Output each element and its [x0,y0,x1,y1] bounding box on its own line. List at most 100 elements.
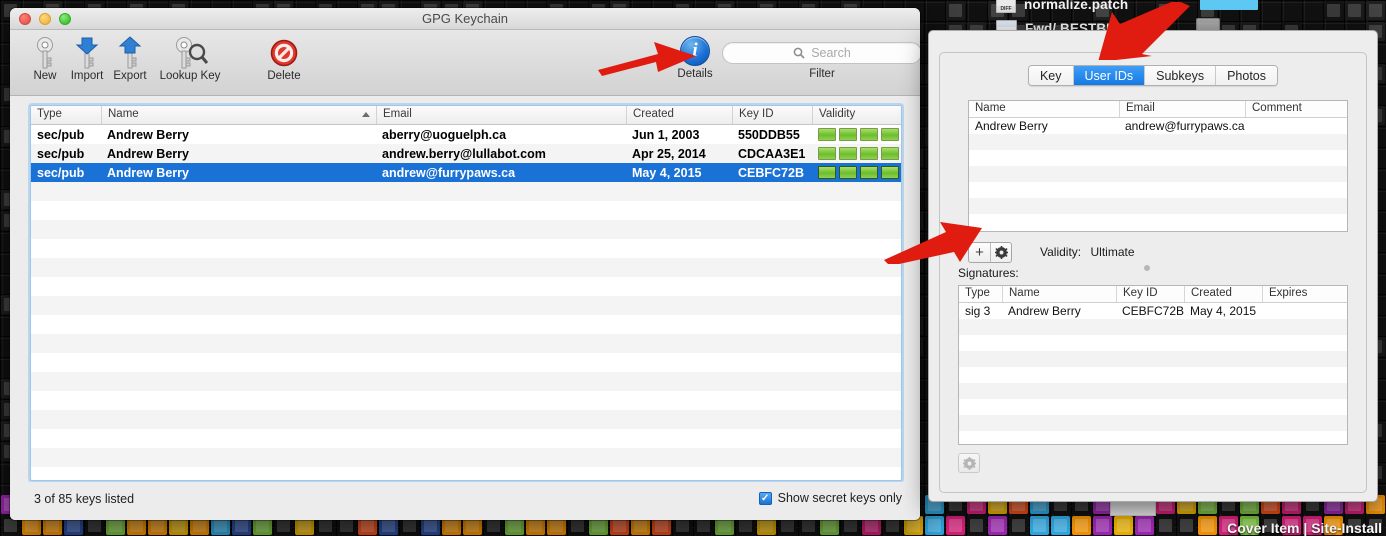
column-header-type[interactable]: Type [31,106,101,124]
validity-segment [839,147,857,160]
user-id-actions: + [968,242,1012,263]
filter-label: Filter [809,68,835,80]
key-table[interactable]: Type Name Email Created Key ID Validity … [30,105,902,481]
signatures-label: Signatures: [958,266,1019,280]
signatures-gear-button[interactable] [958,453,980,473]
table-empty-row [31,334,901,353]
cell-type: sec/pub [37,127,85,142]
details-button-label: Details [677,68,713,80]
status-bar: 3 of 85 keys listed ✓ Show secret keys o… [10,482,920,520]
validity-segment [860,166,878,179]
tetris-block [1072,516,1091,535]
list-empty-row [959,319,1347,335]
key-inspector-panel: Key User IDs Subkeys Photos Name Email C… [928,30,1378,502]
list-empty-row [959,415,1347,431]
column-header-created[interactable]: Created [626,106,732,124]
delete-button[interactable]: Delete [253,34,315,82]
cell-name: Andrew Berry [107,165,189,180]
cell-email: andrew.berry@lullabot.com [382,146,546,161]
cell-type: sec/pub [37,146,85,161]
list-item[interactable]: sig 3 Andrew Berry CEBFC72B May 4, 2015 [959,303,1347,319]
user-ids-table-header: Name Email Comment [969,101,1347,118]
table-row[interactable]: sec/pub Andrew Berry andrew@furrypaws.ca Ma… [31,163,901,182]
delete-forbidden-icon [253,34,315,72]
desktop-caption: Cover Item | Site-Install [1227,520,1382,536]
validity-label: Validity: [1040,245,1082,259]
sig-cell-type: sig 3 [965,304,991,318]
lookup-key-button[interactable]: Lookup Key [150,34,230,82]
list-empty-row [959,351,1347,367]
tetris-block [1030,516,1049,535]
table-row[interactable]: sec/pub Andrew Berry aberry@uoguelph.ca Jun… [31,125,901,144]
key-lookup-icon [150,34,230,72]
validity-segment [818,128,836,141]
tab-photos[interactable]: Photos [1215,66,1278,85]
cell-created: Apr 25, 2014 [632,146,706,161]
uid-column-header-comment[interactable]: Comment [1245,101,1347,117]
validity-segment [818,147,836,160]
list-item[interactable]: Andrew Berry andrew@furrypaws.ca [969,118,1347,134]
show-secret-keys-only-checkbox[interactable]: ✓ Show secret keys only [758,491,902,505]
cell-email: andrew@furrypaws.ca [382,165,516,180]
add-user-id-button[interactable]: + [969,243,990,262]
uid-cell-email: andrew@furrypaws.ca [1125,119,1245,133]
column-header-email[interactable]: Email [376,106,626,124]
search-icon [793,47,805,59]
key-table-body: sec/pub Andrew Berry aberry@uoguelph.ca Jun… [31,125,901,480]
validity-segment [839,166,857,179]
column-header-name[interactable]: Name [101,106,376,124]
uid-column-header-name[interactable]: Name [969,101,1119,117]
user-id-gear-button[interactable] [990,243,1011,262]
sig-column-header-created[interactable]: Created [1184,286,1262,302]
table-empty-row [31,429,901,448]
tab-user-ids[interactable]: User IDs [1072,66,1145,85]
validity-segment [881,166,899,179]
table-empty-row [31,182,901,201]
uid-column-header-email[interactable]: Email [1119,101,1245,117]
sig-column-header-expires[interactable]: Expires [1262,286,1347,302]
column-header-keyid[interactable]: Key ID [732,106,812,124]
tetris-block [1177,516,1196,535]
list-empty-row [969,182,1347,198]
inspector-content: Key User IDs Subkeys Photos Name Email C… [939,52,1367,493]
list-empty-row [969,150,1347,166]
tetris-block [1009,516,1028,535]
background-mail-label: normalize.patch [1024,0,1129,12]
background-highlight-chip [1200,0,1258,10]
signatures-table[interactable]: Type Name Key ID Created Expires sig 3 An… [958,285,1348,445]
info-icon: i [680,36,710,66]
signatures-table-body: sig 3 Andrew Berry CEBFC72B May 4, 2015 [959,303,1347,447]
user-ids-table[interactable]: Name Email Comment Andrew Berry andrew@fu… [968,100,1348,232]
cell-email: aberry@uoguelph.ca [382,127,507,142]
sig-column-header-keyid[interactable]: Key ID [1116,286,1184,302]
sig-column-header-name[interactable]: Name [1002,286,1116,302]
table-empty-row [31,448,901,467]
tetris-block [1093,516,1112,535]
table-row[interactable]: sec/pub Andrew Berry andrew.berry@lullabot… [31,144,901,163]
window-titlebar[interactable]: GPG Keychain [10,8,920,30]
validity-segment [881,147,899,160]
toolbar: New Import Export Lookup Key Delete i De… [10,30,920,96]
list-empty-row [959,367,1347,383]
tetris-block [967,516,986,535]
validity-segment [818,166,836,179]
table-empty-row [31,353,901,372]
tab-key[interactable]: Key [1028,66,1073,85]
inspector-tabstrip: Key User IDs Subkeys Photos [1027,65,1279,86]
sig-cell-name: Andrew Berry [1008,304,1081,318]
cell-name: Andrew Berry [107,146,189,161]
details-button[interactable]: i Details [665,36,725,80]
sig-column-header-type[interactable]: Type [959,286,1002,302]
tab-subkeys[interactable]: Subkeys [1144,66,1216,85]
checkbox-checked-icon: ✓ [758,491,772,505]
diff-file-icon [996,0,1016,13]
cell-validity [812,147,901,160]
validity-value: Ultimate [1090,245,1135,259]
sort-ascending-icon [362,112,370,117]
show-secret-keys-only-label: Show secret keys only [777,491,902,505]
search-input[interactable]: Search [722,42,920,64]
column-header-validity[interactable]: Validity [812,106,901,124]
window-title: GPG Keychain [422,11,508,26]
cell-validity [812,166,901,179]
table-empty-row [31,391,901,410]
